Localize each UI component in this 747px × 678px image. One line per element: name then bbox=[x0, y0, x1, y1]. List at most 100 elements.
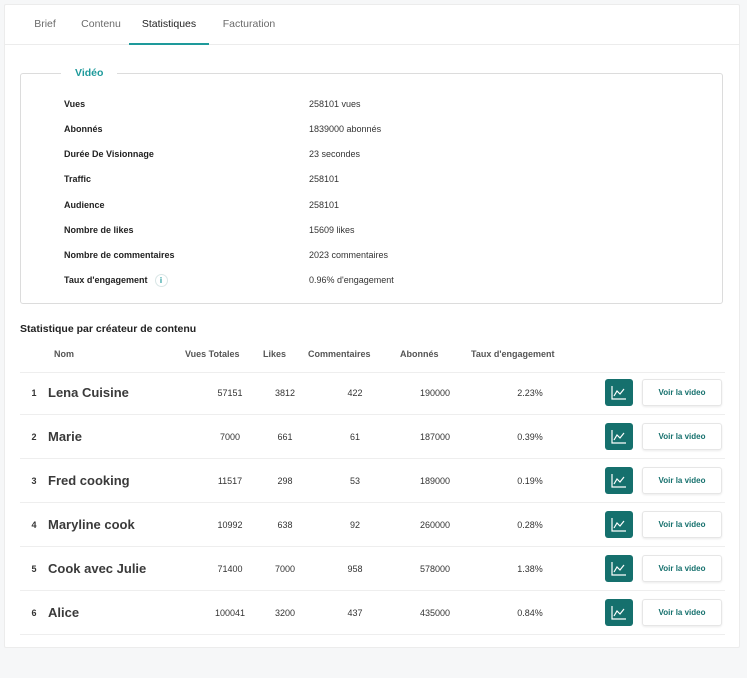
comments-cell: 53 bbox=[349, 476, 360, 486]
stat-label: Nombre de commentaires bbox=[64, 250, 175, 260]
table-row: 2 Marie 7000 661 61 187000 0.39% Voir la… bbox=[20, 415, 725, 459]
line-chart-icon bbox=[611, 386, 626, 400]
comments-cell: 958 bbox=[347, 564, 363, 574]
row-rank: 3 bbox=[31, 476, 37, 486]
stat-value: 23 secondes bbox=[309, 149, 361, 159]
column-header-engagement-rate: Taux d'engagement bbox=[471, 349, 555, 359]
table-row: 6 Alice 100041 3200 437 435000 0.84% Voi… bbox=[20, 591, 725, 635]
stats-chart-button[interactable] bbox=[605, 511, 633, 538]
stat-label-text: Taux d'engagement bbox=[64, 275, 148, 285]
engagement-rate-cell: 0.39% bbox=[517, 432, 543, 442]
row-rank: 4 bbox=[31, 520, 37, 530]
stat-row-comments: Nombre de commentaires 2023 commentaires bbox=[21, 246, 722, 264]
creator-name: Marie bbox=[48, 429, 82, 444]
engagement-rate-cell: 0.19% bbox=[517, 476, 543, 486]
creator-name: Fred cooking bbox=[48, 473, 130, 488]
stat-label: Traffic bbox=[64, 174, 92, 184]
watch-video-button[interactable]: Voir la video bbox=[642, 555, 722, 582]
likes-cell: 7000 bbox=[274, 564, 296, 574]
stats-chart-button[interactable] bbox=[605, 379, 633, 406]
subscribers-cell: 578000 bbox=[419, 564, 451, 574]
line-chart-icon bbox=[611, 518, 626, 532]
watch-video-button[interactable]: Voir la video bbox=[642, 379, 722, 406]
stat-value: 1839000 abonnés bbox=[309, 124, 382, 134]
statistics-card: Brief Contenu Statistiques Facturation V… bbox=[4, 4, 740, 648]
stat-label: Taux d'engagement i bbox=[64, 271, 168, 289]
stats-chart-button[interactable] bbox=[605, 467, 633, 494]
row-rank: 5 bbox=[31, 564, 37, 574]
column-header-comments: Commentaires bbox=[308, 349, 371, 359]
views-cell: 57151 bbox=[217, 388, 243, 398]
info-icon[interactable]: i bbox=[154, 274, 168, 288]
stat-row-views: Vues 258101 vues bbox=[21, 95, 722, 113]
creators-section-title: Statistique par créateur de contenu bbox=[20, 323, 197, 335]
watch-video-button[interactable]: Voir la video bbox=[642, 599, 722, 626]
stats-chart-button[interactable] bbox=[605, 555, 633, 582]
views-cell: 11517 bbox=[217, 476, 243, 486]
views-cell: 7000 bbox=[219, 432, 241, 442]
subscribers-cell: 190000 bbox=[419, 388, 451, 398]
views-cell: 71400 bbox=[217, 564, 243, 574]
column-header-likes: Likes bbox=[263, 349, 287, 359]
tab-facturation[interactable]: Facturation bbox=[209, 5, 289, 45]
comments-cell: 422 bbox=[347, 388, 363, 398]
likes-cell: 3200 bbox=[274, 608, 296, 618]
stat-row-audience: Audience 258101 bbox=[21, 196, 722, 214]
creator-name: Alice bbox=[48, 605, 80, 620]
stat-row-watch-time: Durée De Visionnage 23 secondes bbox=[21, 145, 722, 163]
watch-video-button[interactable]: Voir la video bbox=[642, 511, 722, 538]
tab-statistiques[interactable]: Statistiques bbox=[129, 5, 209, 45]
stats-chart-button[interactable] bbox=[605, 599, 633, 626]
creator-name: Lena Cuisine bbox=[48, 385, 129, 400]
stat-label: Vues bbox=[64, 99, 86, 109]
table-row: 5 Cook avec Julie 71400 7000 958 578000 … bbox=[20, 547, 725, 591]
video-stats-panel: Vidéo Vues 258101 vues Abonnés 1839000 a… bbox=[20, 65, 723, 304]
line-chart-icon bbox=[611, 562, 626, 576]
creator-name: Cook avec Julie bbox=[48, 561, 147, 576]
subscribers-cell: 187000 bbox=[419, 432, 451, 442]
stat-value: 258101 bbox=[309, 200, 340, 210]
column-header-views: Vues Totales bbox=[185, 349, 240, 359]
subscribers-cell: 189000 bbox=[419, 476, 451, 486]
stat-value: 15609 likes bbox=[309, 225, 355, 235]
stats-chart-button[interactable] bbox=[605, 423, 633, 450]
stat-row-engagement: Taux d'engagement i 0.96% d'engagement bbox=[21, 271, 722, 289]
subscribers-cell: 435000 bbox=[419, 608, 451, 618]
stat-row-likes: Nombre de likes 15609 likes bbox=[21, 221, 722, 239]
tab-contenu[interactable]: Contenu bbox=[69, 5, 133, 45]
likes-cell: 3812 bbox=[274, 388, 296, 398]
table-row: 4 Maryline cook 10992 638 92 260000 0.28… bbox=[20, 503, 725, 547]
table-row: 1 Lena Cuisine 57151 3812 422 190000 2.2… bbox=[20, 371, 725, 415]
video-panel-title: Vidéo bbox=[61, 65, 118, 81]
row-rank: 6 bbox=[31, 608, 37, 618]
stat-row-subscribers: Abonnés 1839000 abonnés bbox=[21, 120, 722, 138]
stat-value: 0.96% d'engagement bbox=[309, 275, 394, 285]
stat-label: Audience bbox=[64, 200, 105, 210]
row-rank: 2 bbox=[31, 432, 37, 442]
views-cell: 10992 bbox=[217, 520, 243, 530]
watch-video-button[interactable]: Voir la video bbox=[642, 423, 722, 450]
creator-name: Maryline cook bbox=[48, 517, 135, 532]
likes-cell: 298 bbox=[277, 476, 293, 486]
watch-video-button[interactable]: Voir la video bbox=[642, 467, 722, 494]
stat-label: Abonnés bbox=[64, 124, 103, 134]
column-header-subscribers: Abonnés bbox=[400, 349, 439, 359]
engagement-rate-cell: 2.23% bbox=[517, 388, 543, 398]
stat-row-traffic: Traffic 258101 bbox=[21, 170, 722, 188]
stat-value: 258101 bbox=[309, 174, 340, 184]
engagement-rate-cell: 0.84% bbox=[517, 608, 543, 618]
table-row: 3 Fred cooking 11517 298 53 189000 0.19%… bbox=[20, 459, 725, 503]
column-header-name: Nom bbox=[54, 349, 74, 359]
line-chart-icon bbox=[611, 606, 626, 620]
line-chart-icon bbox=[611, 474, 626, 488]
stat-label: Durée De Visionnage bbox=[64, 149, 154, 159]
engagement-rate-cell: 0.28% bbox=[517, 520, 543, 530]
line-chart-icon bbox=[611, 430, 626, 444]
comments-cell: 437 bbox=[347, 608, 363, 618]
comments-cell: 92 bbox=[349, 520, 360, 530]
tab-brief[interactable]: Brief bbox=[23, 5, 67, 45]
stat-value: 258101 vues bbox=[309, 99, 361, 109]
views-cell: 100041 bbox=[214, 608, 246, 618]
stat-value: 2023 commentaires bbox=[309, 250, 389, 260]
engagement-rate-cell: 1.38% bbox=[517, 564, 543, 574]
